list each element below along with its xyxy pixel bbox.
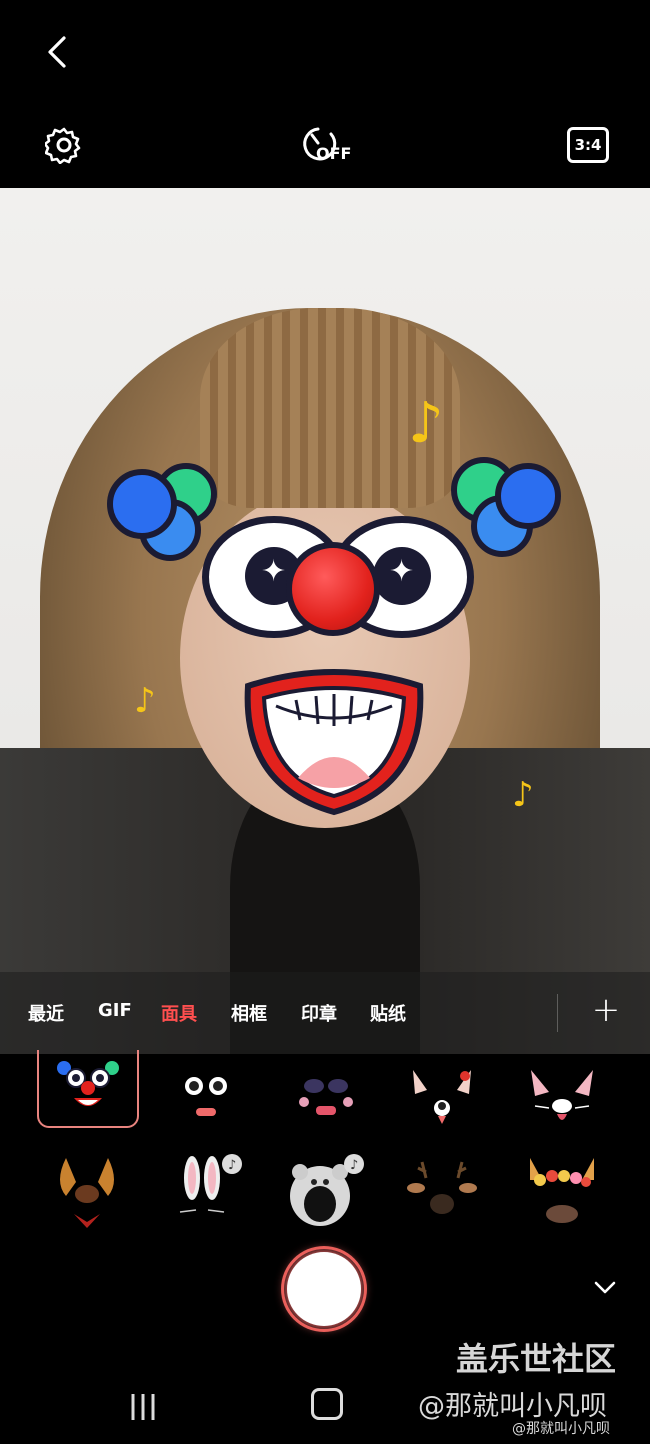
music-note-icon: ♪ xyxy=(134,681,156,721)
clown-nose-sticker xyxy=(286,542,380,636)
music-note-icon: ♪ xyxy=(408,391,444,456)
surprised-face-mask-icon xyxy=(185,1077,227,1116)
collapse-panel-button[interactable] xyxy=(590,1272,620,1302)
tab-stamps[interactable]: 印章 xyxy=(301,1000,337,1026)
back-button[interactable] xyxy=(30,28,84,76)
tab-recent[interactable]: 最近 xyxy=(28,1000,64,1026)
right-pompom-sticker xyxy=(451,457,561,557)
bunny-ears-mask-icon: ♪ xyxy=(179,1154,242,1213)
tab-stickers[interactable]: 贴纸 xyxy=(370,1000,406,1026)
mask-flower-crown[interactable] xyxy=(512,1146,612,1238)
mask-pig-ears[interactable] xyxy=(512,1054,612,1146)
recent-apps-button[interactable] xyxy=(129,1392,159,1426)
home-button[interactable] xyxy=(311,1388,343,1420)
puppy-ears-mask-icon xyxy=(60,1158,114,1228)
tab-masks[interactable]: 面具 xyxy=(161,1000,197,1026)
panda-ears-mask-icon xyxy=(413,1070,471,1124)
mask-panda-ears[interactable] xyxy=(392,1054,492,1146)
music-note-icon: ♪ xyxy=(512,775,534,815)
mask-clown[interactable] xyxy=(37,1050,139,1128)
tab-frames[interactable]: 相框 xyxy=(231,1000,267,1026)
mask-sticker-grid: ♪ ♪ xyxy=(0,1050,650,1244)
watermark-site: 盖乐世社区 xyxy=(456,1340,617,1378)
clown-mask-icon xyxy=(57,1061,119,1106)
mask-reindeer[interactable] xyxy=(392,1146,492,1238)
mask-surprised[interactable] xyxy=(156,1054,256,1146)
mask-bear-head[interactable]: ♪ xyxy=(276,1146,376,1238)
mask-puppy-ears[interactable] xyxy=(37,1146,137,1238)
camera-preview[interactable]: ✦ ✦ ♪ ♪ ♪ 最近 GIF 面具 相框 印章 贴纸 + xyxy=(0,188,650,1054)
filter-category-tabs: 最近 GIF 面具 相框 印章 贴纸 + xyxy=(0,972,650,1054)
timer-label: OFF xyxy=(316,144,352,163)
pig-ears-mask-icon xyxy=(531,1070,593,1120)
clown-mouth-sticker xyxy=(244,669,424,816)
shutter-button[interactable] xyxy=(287,1252,361,1326)
ratio-label: 3:4 xyxy=(574,136,602,154)
camera-top-bar: OFF 3:4 xyxy=(0,0,650,188)
aspect-ratio-button[interactable]: 3:4 xyxy=(564,118,612,172)
tab-divider xyxy=(557,994,558,1032)
recent-apps-icon xyxy=(131,1394,155,1420)
tab-gif[interactable]: GIF xyxy=(98,1000,132,1021)
gear-icon xyxy=(45,127,81,164)
timer-button[interactable]: OFF xyxy=(298,118,358,172)
sleepy-face-mask-icon xyxy=(299,1079,353,1115)
svg-text:♪: ♪ xyxy=(228,1158,236,1173)
chevron-down-icon xyxy=(594,1281,616,1294)
chevron-left-icon xyxy=(48,36,66,68)
bear-head-mask-icon: ♪ xyxy=(290,1154,364,1226)
settings-button[interactable] xyxy=(38,118,90,172)
mask-sleepy[interactable] xyxy=(276,1054,376,1146)
add-sticker-button[interactable]: + xyxy=(586,990,626,1030)
reindeer-mask-icon xyxy=(407,1161,477,1214)
mask-bunny-ears[interactable]: ♪ xyxy=(156,1146,256,1238)
svg-text:♪: ♪ xyxy=(350,1158,358,1173)
left-pompom-sticker xyxy=(107,463,217,561)
flower-crown-mask-icon xyxy=(530,1158,594,1223)
ratio-frame-icon: 3:4 xyxy=(567,127,609,163)
watermark-weibo: @那就叫小凡呗 xyxy=(512,1421,610,1437)
